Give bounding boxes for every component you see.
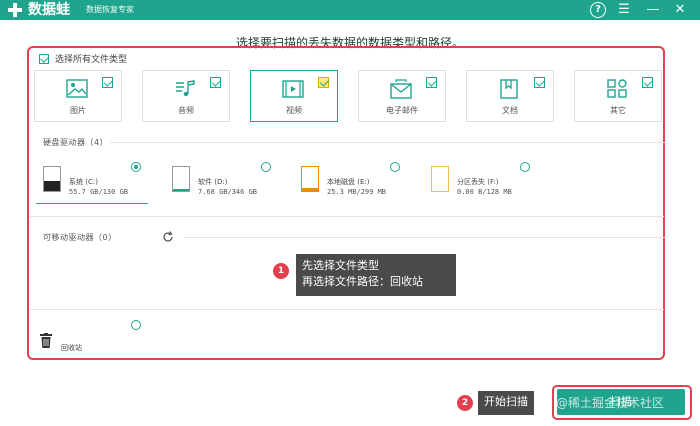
step-badge-1: 1	[273, 263, 289, 279]
checkbox-icon[interactable]	[318, 77, 329, 88]
recycle-bin-label: 回收站	[61, 344, 82, 352]
type-label: 视频	[286, 106, 302, 115]
watermark: @稀土掘金技术社区	[556, 396, 665, 410]
app-logo-icon	[7, 2, 23, 18]
callout-line-1: 先选择文件类型	[302, 259, 379, 272]
checkbox-icon[interactable]	[210, 77, 221, 88]
divider	[30, 216, 664, 217]
mail-icon	[390, 79, 412, 99]
checkbox-icon[interactable]	[534, 77, 545, 88]
app-name: 数据蛙	[28, 2, 70, 18]
drive-icon	[43, 166, 61, 192]
checkbox-icon[interactable]	[642, 77, 653, 88]
step-badge-2: 2	[457, 395, 473, 411]
minimize-icon[interactable]: —	[645, 2, 661, 18]
type-label: 其它	[610, 106, 626, 115]
recycle-bin-radio[interactable]	[131, 320, 141, 330]
other-icon	[607, 79, 627, 98]
drive-size: 7.68 GB/346 GB	[198, 188, 258, 196]
divider	[30, 309, 664, 310]
drive-name: 分区丢失 (F:)	[457, 178, 499, 186]
document-icon	[500, 79, 518, 99]
type-card-document[interactable]: 文档	[466, 70, 554, 122]
drive-e-radio[interactable]	[390, 162, 400, 172]
image-icon	[66, 79, 88, 98]
type-card-video[interactable]: 视频	[250, 70, 338, 122]
hard-drives-title: 硬盘驱动器（4）	[43, 138, 109, 147]
select-all-checkbox[interactable]: 选择所有文件类型	[39, 52, 127, 65]
menu-icon[interactable]: ☰	[616, 2, 632, 18]
refresh-icon[interactable]	[162, 231, 174, 243]
drive-name: 本地磁盘 (E:)	[327, 178, 370, 186]
drive-size: 0.00 B/128 MB	[457, 188, 512, 196]
drive-size: 25.3 MB/299 MB	[327, 188, 387, 196]
checkbox-icon[interactable]	[39, 53, 49, 64]
app-subtitle: 数据恢复专家	[86, 5, 134, 14]
music-icon	[176, 80, 195, 97]
drive-icon	[301, 166, 319, 192]
checkbox-icon[interactable]	[102, 77, 113, 88]
select-all-label: 选择所有文件类型	[55, 55, 128, 65]
drive-c-radio[interactable]	[131, 162, 141, 172]
selected-underline	[36, 203, 148, 204]
removable-drives-title: 可移动驱动器（0）	[43, 233, 117, 242]
help-icon[interactable]: ?	[590, 2, 606, 18]
type-label: 文档	[502, 106, 518, 115]
type-label: 音频	[178, 106, 194, 115]
title-bar: 数据蛙 数据恢复专家 ? ☰ — ✕	[0, 0, 700, 20]
drive-size: 55.7 GB/130 GB	[69, 188, 129, 196]
type-card-audio[interactable]: 音频	[142, 70, 230, 122]
drive-icon	[431, 166, 449, 192]
type-card-email[interactable]: 电子邮件	[358, 70, 446, 122]
video-icon	[282, 80, 304, 98]
checkbox-icon[interactable]	[426, 77, 437, 88]
type-label: 电子邮件	[386, 106, 418, 115]
drive-name: 软件 (D:)	[198, 178, 228, 186]
divider	[110, 142, 666, 143]
drive-icon	[172, 166, 190, 192]
type-label: 图片	[70, 106, 86, 115]
divider	[184, 237, 666, 238]
drive-f-radio[interactable]	[520, 162, 530, 172]
drive-name: 系统 (C:)	[69, 178, 98, 186]
close-icon[interactable]: ✕	[672, 2, 688, 18]
callout-line-2: 再选择文件路径：回收站	[302, 275, 423, 288]
type-card-image[interactable]: 图片	[34, 70, 122, 122]
recycle-bin-icon[interactable]	[40, 333, 52, 348]
type-card-other[interactable]: 其它	[574, 70, 662, 122]
callout-step-1: 先选择文件类型 再选择文件路径：回收站	[296, 254, 456, 296]
callout-step-2: 开始扫描	[478, 391, 534, 415]
drive-d-radio[interactable]	[261, 162, 271, 172]
